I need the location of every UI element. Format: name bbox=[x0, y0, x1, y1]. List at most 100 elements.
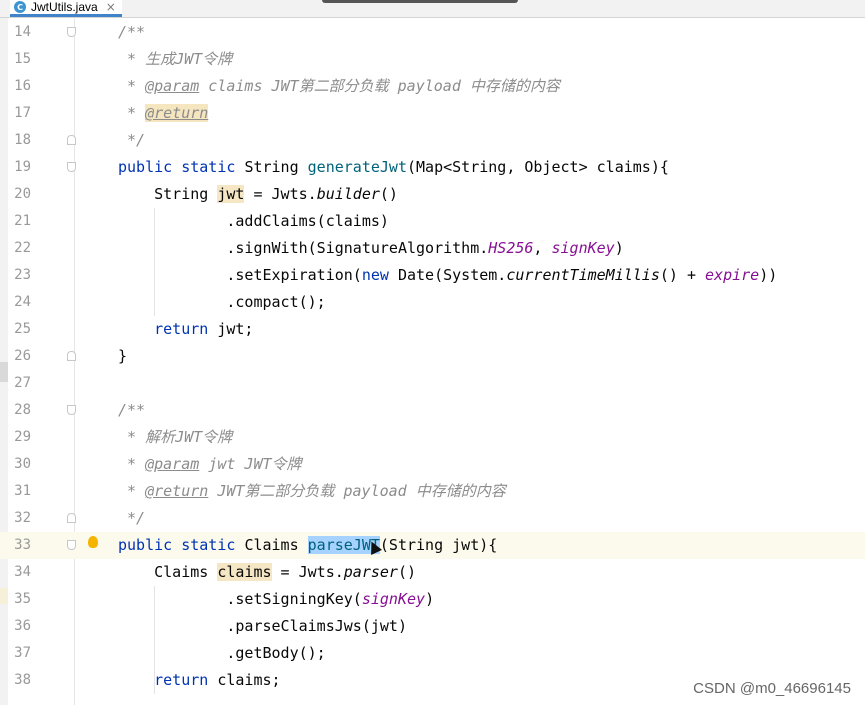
code-token: signKey bbox=[551, 239, 615, 257]
code-text: * @param jwt JWT令牌 bbox=[118, 451, 302, 478]
code-token: generateJwt bbox=[307, 158, 407, 176]
java-class-icon: C bbox=[14, 1, 26, 13]
code-text: * 解析JWT令牌 bbox=[118, 424, 232, 451]
fold-icon[interactable] bbox=[67, 513, 76, 523]
code-line[interactable]: 29 * 解析JWT令牌 bbox=[0, 424, 865, 451]
line-number: 15 bbox=[14, 51, 31, 67]
close-icon[interactable]: × bbox=[106, 0, 116, 14]
code-token: = Jwts. bbox=[271, 563, 344, 581]
line-number: 16 bbox=[14, 78, 31, 94]
code-token: @return bbox=[145, 104, 209, 122]
line-number: 22 bbox=[14, 240, 31, 256]
code-text: .signWith(SignatureAlgorithm.HS256, sign… bbox=[118, 235, 624, 262]
code-line[interactable]: 14 /** bbox=[0, 19, 865, 46]
line-number: 34 bbox=[14, 564, 31, 580]
code-token: parser bbox=[343, 563, 398, 581]
line-number: 21 bbox=[14, 213, 31, 229]
code-text: * 生成JWT令牌 bbox=[118, 46, 232, 73]
code-token: @param bbox=[145, 455, 200, 473]
line-number: 25 bbox=[14, 321, 31, 337]
line-number: 38 bbox=[14, 672, 31, 688]
fold-icon[interactable] bbox=[67, 135, 76, 145]
code-line[interactable]: 31 * @return JWT第二部分负载 payload 中存储的内容 bbox=[0, 478, 865, 505]
code-token: )) bbox=[759, 266, 778, 284]
code-line[interactable]: 33 public static Claims parseJWT(String j… bbox=[0, 532, 865, 559]
code-line[interactable]: 35 .setSigningKey(signKey) bbox=[0, 586, 865, 613]
code-text: * @param claims JWT第二部分负载 payload 中存储的内容 bbox=[118, 73, 560, 100]
code-line[interactable]: 17 * @return bbox=[0, 100, 865, 127]
code-token: = Jwts. bbox=[244, 185, 317, 203]
code-line[interactable]: 27 bbox=[0, 370, 865, 397]
code-token: ) bbox=[425, 590, 435, 608]
code-token: public static bbox=[118, 158, 245, 176]
line-number: 35 bbox=[14, 591, 31, 607]
line-number: 27 bbox=[14, 375, 31, 391]
code-text: .setExpiration(new Date(System.currentTi… bbox=[118, 262, 777, 289]
code-line[interactable]: 36 .parseClaimsJws(jwt) bbox=[0, 613, 865, 640]
code-line[interactable]: 34 Claims claims = Jwts.parser() bbox=[0, 559, 865, 586]
code-token: .signWith(SignatureAlgorithm. bbox=[118, 239, 489, 257]
code-text: String jwt = Jwts.builder() bbox=[118, 181, 398, 208]
code-line[interactable]: 30 * @param jwt JWT令牌 bbox=[0, 451, 865, 478]
code-token: currentTimeMillis bbox=[506, 266, 660, 284]
code-text: .setSigningKey(signKey) bbox=[118, 586, 434, 613]
code-text: public static Claims parseJWT(String jwt… bbox=[118, 532, 497, 559]
code-text: return jwt; bbox=[118, 316, 253, 343]
code-line[interactable]: 21 .addClaims(claims) bbox=[0, 208, 865, 235]
code-text: .getBody(); bbox=[118, 640, 326, 667]
code-token: * 解析JWT令牌 bbox=[118, 428, 233, 446]
code-text: */ bbox=[118, 505, 145, 532]
line-number: 29 bbox=[14, 429, 31, 445]
code-line[interactable]: 26} bbox=[0, 343, 865, 370]
fold-icon[interactable] bbox=[67, 351, 76, 361]
window-handle bbox=[322, 0, 518, 3]
line-number: 36 bbox=[14, 618, 31, 634]
code-line[interactable]: 37 .getBody(); bbox=[0, 640, 865, 667]
code-token: claims bbox=[217, 563, 272, 581]
code-text: */ bbox=[118, 127, 145, 154]
code-line[interactable]: 20 String jwt = Jwts.builder() bbox=[0, 181, 865, 208]
line-number: 28 bbox=[14, 402, 31, 418]
code-token: () bbox=[397, 563, 417, 581]
code-token: .getBody(); bbox=[118, 644, 326, 662]
code-line[interactable]: 16 * @param claims JWT第二部分负载 payload 中存储… bbox=[0, 73, 865, 100]
code-line[interactable]: 18 */ bbox=[0, 127, 865, 154]
code-token: () + bbox=[659, 266, 706, 284]
code-token: signKey bbox=[361, 590, 426, 608]
line-number: 24 bbox=[14, 294, 31, 310]
line-number: 26 bbox=[14, 348, 31, 364]
code-text: Claims claims = Jwts.parser() bbox=[118, 559, 416, 586]
tab-title: JwtUtils.java bbox=[31, 0, 98, 14]
code-text: * @return bbox=[118, 100, 209, 127]
fold-icon[interactable] bbox=[67, 405, 76, 415]
code-text: /** bbox=[118, 397, 145, 424]
fold-icon[interactable] bbox=[67, 162, 76, 172]
tab-jwtutils-java[interactable]: C JwtUtils.java × bbox=[10, 0, 122, 17]
fold-icon[interactable] bbox=[67, 27, 76, 37]
code-line[interactable]: 22 .signWith(SignatureAlgorithm.HS256, s… bbox=[0, 235, 865, 262]
line-number: 33 bbox=[14, 537, 31, 553]
code-text: /** bbox=[118, 19, 145, 46]
intention-bulb-icon[interactable] bbox=[88, 536, 98, 548]
code-line[interactable]: 15 * 生成JWT令牌 bbox=[0, 46, 865, 73]
code-line[interactable]: 28 /** bbox=[0, 397, 865, 424]
code-line[interactable]: 24 .compact(); bbox=[0, 289, 865, 316]
code-line[interactable]: 25 return jwt; bbox=[0, 316, 865, 343]
code-token: ) bbox=[614, 239, 624, 257]
code-token: HS256 bbox=[488, 239, 534, 257]
code-token: Claims bbox=[244, 536, 308, 554]
code-token: jwt bbox=[217, 185, 245, 203]
code-line[interactable]: 23 .setExpiration(new Date(System.curren… bbox=[0, 262, 865, 289]
line-number: 17 bbox=[14, 105, 31, 121]
code-token: * 生成JWT令牌 bbox=[118, 50, 233, 68]
code-line[interactable]: 19 public static String generateJwt(Map<S… bbox=[0, 154, 865, 181]
fold-icon[interactable] bbox=[67, 540, 76, 550]
code-token: String bbox=[118, 185, 218, 203]
code-token: () bbox=[379, 185, 398, 203]
line-number: 19 bbox=[14, 159, 31, 175]
code-token: public static bbox=[118, 536, 245, 554]
code-token: @param bbox=[145, 77, 200, 95]
code-line[interactable]: 32 */ bbox=[0, 505, 865, 532]
line-number: 30 bbox=[14, 456, 31, 472]
